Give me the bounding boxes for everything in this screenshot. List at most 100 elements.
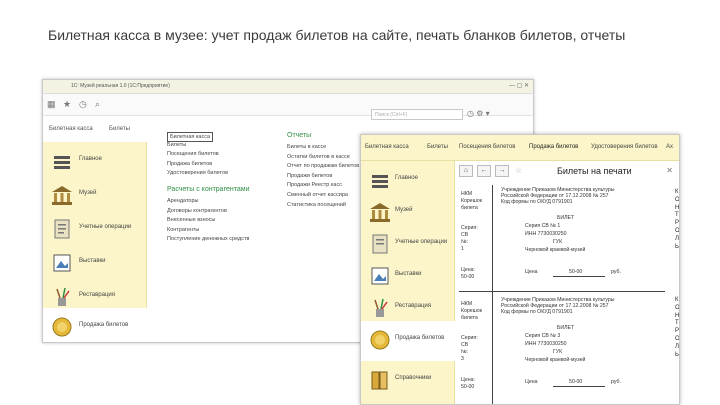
ticket-currency: руб. [611, 379, 621, 385]
report-item[interactable]: Статистика посещений [287, 202, 359, 212]
sidebar-item-exhibitions[interactable]: Выставки [43, 244, 147, 282]
stub-line: Корешок [461, 308, 482, 314]
document-icon [54, 219, 70, 239]
museum-building-icon [52, 186, 72, 205]
ticket-form: НКМ Корешок билета Серия: СВ №: 3 Цена: … [459, 295, 665, 404]
tab-ticket-sales[interactable]: Продажа билетов [529, 144, 578, 150]
tab-more[interactable]: Ах [666, 144, 673, 150]
tab-ticket-office[interactable]: Билетная касса [365, 144, 409, 150]
forward-button[interactable]: → [495, 165, 509, 177]
sidebar-item-label: Музей [395, 207, 413, 213]
command-sales[interactable]: Продажа билетов [167, 161, 249, 171]
sidebar-item-label: Главное [395, 175, 418, 181]
ticket-org-name: ГУК [553, 239, 563, 245]
coins-icon [370, 330, 390, 350]
ticket-form: НКМ Корешок билета Серия: СВ №: 1 Цена: … [459, 185, 665, 295]
gear-icon [54, 156, 70, 169]
sidebar-item-operations[interactable]: Учетные операции [43, 210, 147, 248]
tab-tickets[interactable]: Билеты [427, 144, 448, 150]
stub-line: Корешок [461, 198, 482, 204]
report-item[interactable]: Сменный отчет кассира [287, 192, 359, 202]
search-buttons[interactable]: ◷ ⚙ ▾ [467, 109, 490, 118]
report-item[interactable]: Продажи Реестр касс [287, 182, 359, 192]
tab-visits[interactable]: Посещения билетов [459, 144, 515, 150]
picture-icon [371, 267, 389, 285]
search-input[interactable]: Поиск (Ctrl+F) [371, 109, 463, 120]
ticket-stub: НКМ Корешок билета Серия: СВ №: 1 Цена: … [459, 185, 493, 295]
stub-line: 50-00 [461, 384, 475, 390]
stub-line: Серия: [461, 335, 478, 341]
menu-grid-icon[interactable]: ▦ [47, 99, 56, 110]
sidebar-item-museum[interactable]: Музей [43, 176, 147, 214]
ticket-word: БИЛЕТ [557, 215, 575, 221]
report-item[interactable]: Остатки билетов в кассе [287, 154, 359, 164]
tab-certificates[interactable]: Удостоверения билетов [591, 144, 658, 150]
stub-line: 50-00 [461, 274, 475, 280]
control-letter: Р [675, 220, 680, 227]
control-letter: Н [675, 204, 680, 211]
slide-title: Билетная касса в музее: учет продаж биле… [48, 27, 626, 43]
stub-line: Серия: [461, 225, 478, 231]
gear-icon[interactable]: ⚙ [476, 109, 483, 118]
ticket-org-name: ГУК [553, 349, 563, 355]
window-controls[interactable]: — ▢ ✕ [509, 82, 529, 89]
history-icon[interactable]: ◷ [79, 99, 87, 110]
command-contracts[interactable]: Договоры контрагентов [167, 208, 249, 218]
sidebar-item-label: Учетные операции [395, 239, 448, 245]
control-letter: О [675, 196, 680, 203]
sidebar-item-main[interactable]: Главное [43, 142, 147, 180]
chevron-down-icon[interactable]: ▾ [486, 109, 490, 118]
sidebar-item-references[interactable]: Справочники [361, 361, 455, 401]
command-tenants[interactable]: Арендаторы [167, 198, 249, 208]
ticket-currency: руб. [611, 269, 621, 275]
command-visits[interactable]: Посещения билетов [167, 151, 249, 161]
star-icon[interactable]: ☆ [515, 166, 522, 175]
sidebar-item-ticket-sales[interactable]: Продажа билетов [361, 321, 455, 361]
ticket-inn: ИНН 7730030250 [525, 231, 567, 237]
ticket-divider [459, 291, 665, 292]
close-icon[interactable]: ✕ [666, 166, 673, 175]
reports-column: Отчеты Билеты в кассе Остатки билетов в … [287, 132, 359, 211]
control-letter: Ь [675, 351, 679, 358]
command-ticket-office[interactable]: Билетная касса [167, 132, 249, 142]
ticket-okud: Код формы по ОКУД 0791901 [501, 309, 573, 315]
stub-line: №: [461, 239, 469, 245]
command-tickets[interactable]: Билеты [167, 142, 249, 152]
stub-line: 1 [461, 246, 464, 252]
command-contributions[interactable]: Внесенные взносы [167, 217, 249, 227]
sidebar-item-label: Музей [79, 190, 97, 196]
stub-line: билета [461, 315, 478, 321]
books-icon [371, 371, 388, 390]
gear-icon [372, 175, 388, 188]
ticket-body: Учреждение Приказом Министерства культур… [495, 185, 665, 295]
sidebar: Главное Музей Учетные операции Выставки … [361, 161, 455, 404]
sidebar-item-label: Реставрация [395, 303, 431, 309]
price-underline [553, 386, 605, 387]
document-icon [372, 234, 388, 254]
history-icon[interactable]: ◷ [467, 109, 474, 118]
tab-ticket-office[interactable]: Билетная касса [49, 126, 93, 132]
report-item[interactable]: Отчет по продажам билетов [287, 163, 359, 173]
front-app-window: Билетная касса Билеты Посещения билетов … [360, 134, 680, 405]
sidebar-item-label: Главное [79, 156, 102, 162]
tab-tickets[interactable]: Билеты [109, 126, 130, 132]
sidebar-item-ticket-sales[interactable]: Продажа билетов [43, 308, 147, 342]
report-item[interactable]: Билеты в кассе [287, 144, 359, 154]
command-certificates[interactable]: Удостоверения билетов [167, 170, 249, 180]
ticket-inn: ИНН 7730030250 [525, 341, 567, 347]
control-letter: О [675, 304, 680, 311]
back-button[interactable]: ← [477, 165, 491, 177]
command-counterparties[interactable]: Контрагенты [167, 227, 249, 237]
brush-icon [56, 287, 70, 306]
report-item[interactable]: Продажи билетов [287, 173, 359, 183]
home-button[interactable]: ⌂ [459, 165, 473, 177]
sidebar-item-label: Выставки [79, 258, 106, 264]
ticket-series: Серия СВ № 3 [525, 333, 561, 339]
sidebar-item-label: Продажа билетов [79, 322, 129, 328]
search-icon[interactable]: ⌕ [95, 99, 100, 110]
stub-line: СВ [461, 342, 469, 348]
command-receipts[interactable]: Поступление денежных средств [167, 236, 249, 246]
form-title: Билеты на печати [557, 166, 632, 176]
stub-line: билета [461, 205, 478, 211]
star-icon[interactable]: ★ [63, 99, 71, 110]
